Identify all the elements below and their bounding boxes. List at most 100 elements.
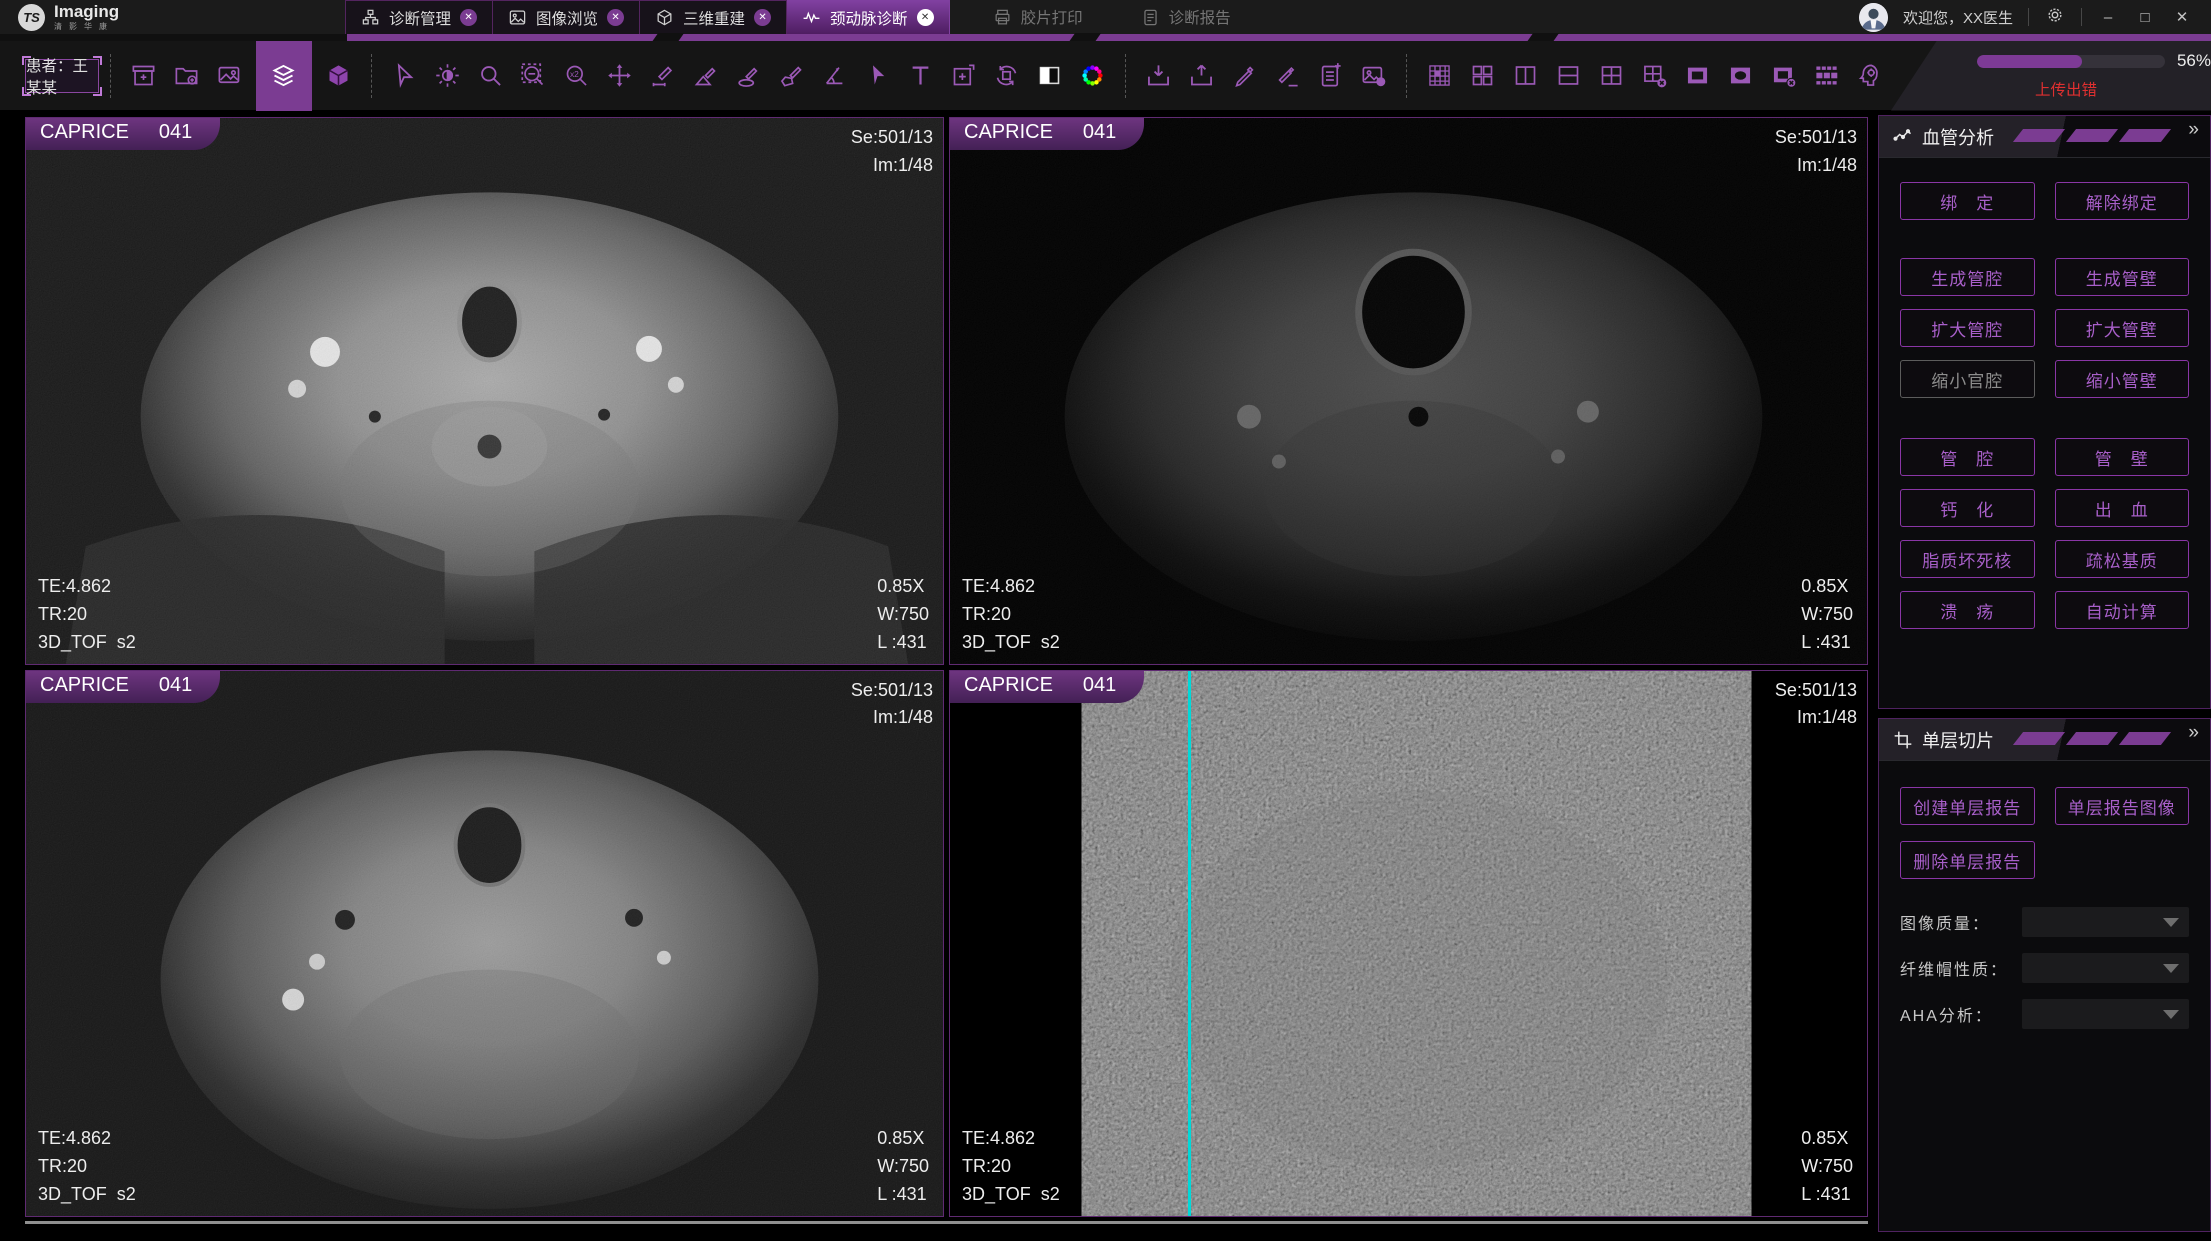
acquisition-overlay: TE:4.862TR:203D_TOF s2 bbox=[38, 573, 136, 657]
brightness-contrast-icon[interactable] bbox=[432, 61, 462, 91]
cursor-icon[interactable] bbox=[389, 61, 419, 91]
unbind-button[interactable]: 解除绑定 bbox=[2055, 182, 2190, 220]
generate-lumen-button[interactable]: 生成管腔 bbox=[1900, 258, 2035, 296]
patient-name-box[interactable]: 患者：王某某 bbox=[25, 59, 99, 93]
cube-3d-icon[interactable] bbox=[323, 61, 353, 91]
app-logo: TS Imaging 清影华康 bbox=[0, 0, 345, 34]
pointer-icon[interactable] bbox=[862, 61, 892, 91]
measure-ellipse-icon[interactable] bbox=[733, 61, 763, 91]
ulcer-button[interactable]: 溃 疡 bbox=[1900, 591, 2035, 629]
tab-close-icon[interactable]: ✕ bbox=[917, 9, 934, 26]
aha-analysis-select[interactable] bbox=[2022, 999, 2189, 1029]
layout-window-2x2-icon[interactable] bbox=[1596, 61, 1626, 91]
auto-calculate-button[interactable]: 自动计算 bbox=[2055, 591, 2190, 629]
rotate-icon[interactable] bbox=[991, 61, 1021, 91]
layout-split-horizontal-icon[interactable] bbox=[1553, 61, 1583, 91]
waveform-icon bbox=[802, 8, 821, 27]
image-export-icon[interactable] bbox=[1358, 61, 1388, 91]
tab-label: 诊断管理 bbox=[389, 7, 451, 29]
measure-polygon-icon[interactable] bbox=[776, 61, 806, 91]
generate-wall-button[interactable]: 生成管壁 bbox=[2055, 258, 2190, 296]
layout-grid-2x2-icon[interactable] bbox=[1467, 61, 1497, 91]
loose-matrix-button[interactable]: 疏松基质 bbox=[2055, 540, 2190, 578]
layout-remove-icon[interactable] bbox=[1639, 61, 1669, 91]
settings-gear-icon[interactable] bbox=[2044, 5, 2066, 29]
app-window: TS Imaging 清影华康 诊断管理 ✕ 图像浏览 ✕ 三维重建 ✕ bbox=[0, 0, 2211, 1241]
calcification-button[interactable]: 钙 化 bbox=[1900, 489, 2035, 527]
tab-close-icon[interactable]: ✕ bbox=[754, 9, 771, 26]
acquisition-overlay: TE:4.862TR:203D_TOF s2 bbox=[38, 1125, 136, 1209]
tab-close-icon[interactable]: ✕ bbox=[607, 9, 624, 26]
minimize-button[interactable]: – bbox=[2097, 9, 2119, 26]
layers-icon[interactable] bbox=[256, 41, 312, 111]
filmstrip-icon[interactable] bbox=[1811, 61, 1841, 91]
folder-add-icon[interactable] bbox=[171, 61, 201, 91]
divider bbox=[110, 54, 111, 98]
tab-carotid-diagnosis[interactable]: 颈动脉诊断 ✕ bbox=[787, 0, 950, 34]
zoom-icon[interactable] bbox=[475, 61, 505, 91]
create-slice-report-button[interactable]: 创建单层报告 bbox=[1900, 787, 2035, 825]
hemorrhage-button[interactable]: 出 血 bbox=[2055, 489, 2190, 527]
viewport-bottom-right[interactable]: CAPRICE041 Se:501/13Im:1/48 TE:4.862TR:2… bbox=[949, 670, 1868, 1218]
download-icon[interactable] bbox=[1143, 61, 1173, 91]
upload-icon[interactable] bbox=[1186, 61, 1216, 91]
tab-close-icon[interactable]: ✕ bbox=[460, 9, 477, 26]
fibrous-cap-label: 纤维帽性质： bbox=[1900, 956, 2022, 980]
measure-line-icon[interactable] bbox=[647, 61, 677, 91]
pan-icon[interactable] bbox=[604, 61, 634, 91]
measure-angle-icon[interactable] bbox=[690, 61, 720, 91]
study-archive-add-icon[interactable] bbox=[128, 61, 158, 91]
wall-button[interactable]: 管 壁 bbox=[2055, 438, 2190, 476]
fibrous-cap-select[interactable] bbox=[2022, 953, 2189, 983]
zoom-region-icon[interactable] bbox=[518, 61, 548, 91]
viewport-top-left[interactable]: CAPRICE041 Se:501/13Im:1/48 TE:4.862TR:2… bbox=[25, 117, 944, 665]
titlebar-right: 欢迎您，XX医生 – □ ✕ bbox=[1859, 0, 2211, 34]
viewport-top-right[interactable]: CAPRICE041 Se:501/13Im:1/48 TE:4.862TR:2… bbox=[949, 117, 1868, 665]
slice-scrollbar[interactable] bbox=[25, 1221, 1868, 1224]
pen-line-icon[interactable] bbox=[1272, 61, 1302, 91]
collapse-chevron-icon[interactable]: » bbox=[2188, 722, 2199, 744]
lipid-necrotic-core-button[interactable]: 脂质坏死核 bbox=[1900, 540, 2035, 578]
reference-crosshair-line[interactable] bbox=[1188, 671, 1191, 1217]
layout-split-vertical-icon[interactable] bbox=[1510, 61, 1540, 91]
pen-icon[interactable] bbox=[1229, 61, 1259, 91]
avatar[interactable] bbox=[1859, 3, 1888, 32]
image-quality-select[interactable] bbox=[2022, 907, 2189, 937]
color-wheel-icon[interactable] bbox=[1077, 61, 1107, 91]
tab-diagnosis-report[interactable]: 诊断报告 bbox=[1126, 0, 1246, 34]
lumen-button[interactable]: 管 腔 bbox=[1900, 438, 2035, 476]
invert-icon[interactable] bbox=[1034, 61, 1064, 91]
tab-diagnosis-management[interactable]: 诊断管理 ✕ bbox=[345, 0, 493, 34]
slice-report-image-button[interactable]: 单层报告图像 bbox=[2055, 787, 2190, 825]
bind-button[interactable]: 绑 定 bbox=[1900, 182, 2035, 220]
text-icon[interactable] bbox=[905, 61, 935, 91]
close-button[interactable]: ✕ bbox=[2171, 8, 2193, 26]
maximize-button[interactable]: □ bbox=[2134, 9, 2156, 26]
tab-film-print[interactable]: 胶片打印 bbox=[978, 0, 1098, 34]
ai-assist-icon[interactable] bbox=[1854, 61, 1884, 91]
series-info-overlay: Se:501/13Im:1/48 bbox=[851, 124, 933, 180]
shrink-lumen-button[interactable]: 缩小官腔 bbox=[1900, 360, 2035, 398]
accent-strip bbox=[0, 34, 2211, 41]
tab-image-browse[interactable]: 图像浏览 ✕ bbox=[493, 0, 640, 34]
delete-slice-report-button[interactable]: 删除单层报告 bbox=[1900, 841, 2035, 879]
report-icon bbox=[1141, 8, 1160, 27]
shape-ellipse-icon[interactable] bbox=[1725, 61, 1755, 91]
zoom-2x-icon[interactable]: x2 bbox=[561, 61, 591, 91]
svg-text:x2: x2 bbox=[570, 69, 579, 79]
roi-add-icon[interactable] bbox=[948, 61, 978, 91]
layout-grid-4x4-icon[interactable] bbox=[1424, 61, 1454, 91]
tab-3d-reconstruction[interactable]: 三维重建 ✕ bbox=[640, 0, 787, 34]
report-new-icon[interactable] bbox=[1315, 61, 1345, 91]
window-level-overlay: 0.85XW:750L :431 bbox=[877, 1125, 929, 1209]
enlarge-wall-button[interactable]: 扩大管壁 bbox=[2055, 309, 2190, 347]
logo-icon: TS bbox=[18, 4, 45, 31]
viewport-bottom-left[interactable]: CAPRICE041 Se:501/13Im:1/48 TE:4.862TR:2… bbox=[25, 670, 944, 1218]
enlarge-lumen-button[interactable]: 扩大管腔 bbox=[1900, 309, 2035, 347]
angle-icon[interactable] bbox=[819, 61, 849, 91]
gallery-icon[interactable] bbox=[214, 61, 244, 91]
shape-rect-remove-icon[interactable] bbox=[1768, 61, 1798, 91]
shrink-wall-button[interactable]: 缩小管壁 bbox=[2055, 360, 2190, 398]
collapse-chevron-icon[interactable]: » bbox=[2188, 119, 2199, 141]
shape-rect-icon[interactable] bbox=[1682, 61, 1712, 91]
